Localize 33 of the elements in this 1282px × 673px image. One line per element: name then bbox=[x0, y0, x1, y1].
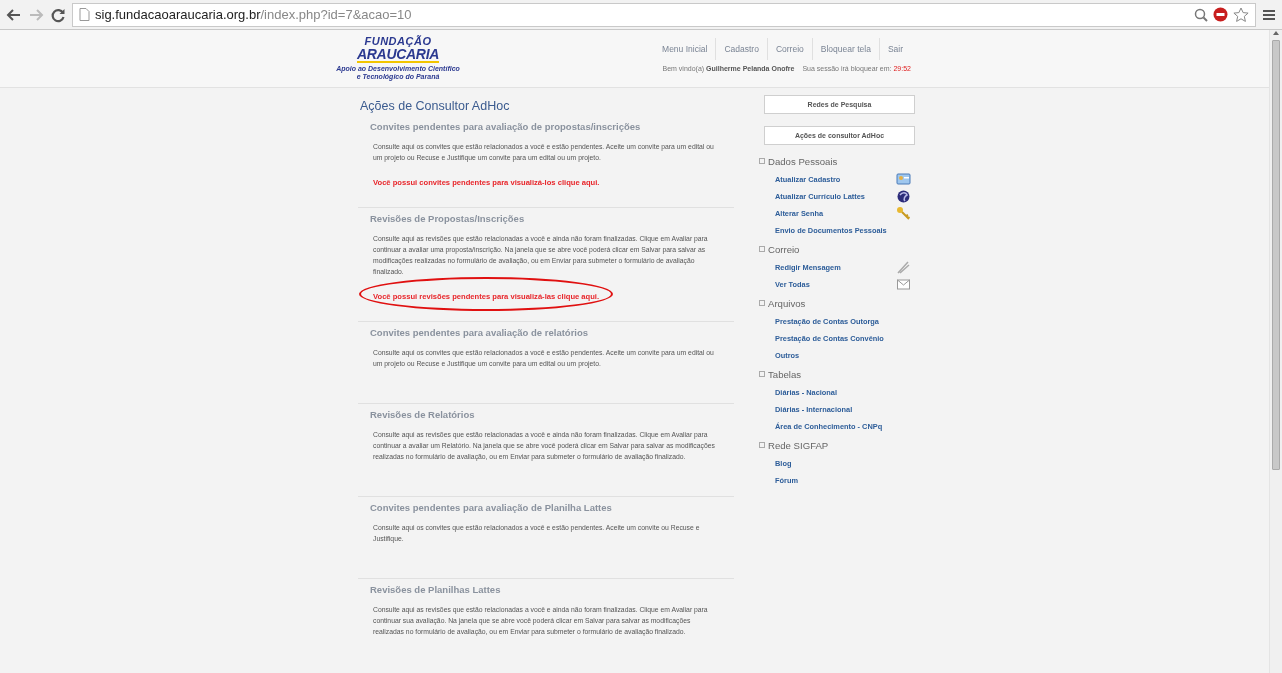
nav-link[interactable]: Correio bbox=[766, 38, 812, 60]
back-icon[interactable] bbox=[6, 6, 22, 23]
reload-icon[interactable] bbox=[50, 6, 66, 23]
sidebar-group-title: Dados Pessoais bbox=[768, 155, 838, 167]
nav-link[interactable]: Bloquear tela bbox=[811, 38, 879, 60]
stop-sign-icon[interactable] bbox=[1213, 7, 1228, 22]
sidebar-group-title: Rede SIGFAP bbox=[768, 439, 829, 451]
page-title: Ações de Consultor AdHoc bbox=[360, 98, 511, 114]
envelope-icon[interactable] bbox=[896, 277, 911, 292]
section-heading: Convites pendentes para avaliação de Planilha Lattes bbox=[370, 501, 613, 515]
section-heading: Convites pendentes para avaliação de relatórios bbox=[370, 326, 590, 340]
section-heading: Revisões de Planilhas Lattes bbox=[370, 583, 502, 597]
search-icon[interactable] bbox=[1194, 7, 1208, 22]
section-heading: Revisões de Propostas/Inscrições bbox=[370, 212, 526, 226]
sidebar-group-title: Tabelas bbox=[768, 368, 802, 380]
bullet-icon bbox=[759, 246, 765, 252]
nav-link[interactable]: Sair bbox=[878, 38, 911, 60]
star-icon[interactable] bbox=[1233, 6, 1249, 23]
sidebar-group-title: Arquivos bbox=[768, 297, 806, 309]
page-icon bbox=[79, 8, 90, 21]
address-bar[interactable]: sig.fundacaoaraucaria.org.br/index.php?id=7&acao=10 bbox=[72, 2, 1256, 27]
sidebar-group-title: Correio bbox=[768, 243, 800, 255]
nav-link[interactable]: Menu Inicial bbox=[654, 38, 716, 60]
bullet-icon bbox=[759, 371, 765, 377]
url-text: sig.fundacaoaraucaria.org.br/index.php?id=7&acao=10 bbox=[95, 7, 412, 22]
nav-link[interactable]: Cadastro bbox=[715, 38, 767, 60]
section-heading: Convites pendentes para avaliação de propostas/inscrições bbox=[370, 120, 642, 134]
bullet-icon bbox=[759, 158, 765, 164]
bullet-icon bbox=[759, 442, 765, 448]
scrollbar-thumb[interactable] bbox=[1272, 40, 1280, 470]
section-heading: Revisões de Relatórios bbox=[370, 408, 476, 422]
bullet-icon bbox=[759, 300, 765, 306]
menu-icon[interactable] bbox=[1262, 7, 1276, 22]
